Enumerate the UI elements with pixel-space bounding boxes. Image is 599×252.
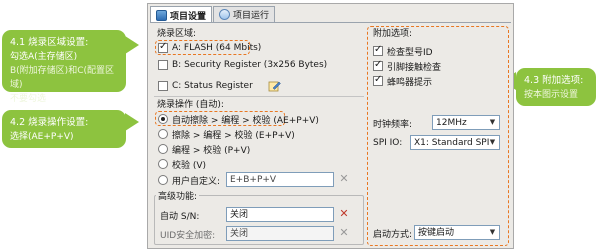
start-mode-label: 启动方式:	[373, 229, 413, 240]
radio-user-custom[interactable]: 用户自定义:	[158, 173, 220, 187]
radio-dot[interactable]	[158, 114, 168, 124]
checkbox-pin-check[interactable]: 引脚接触检查	[373, 59, 441, 73]
auto-sn-label: 自动 S/N:	[160, 211, 200, 222]
radio-label: 自动擦除 > 编程 > 校验 (AE+P+V)	[172, 115, 319, 126]
checkbox-box[interactable]	[158, 41, 168, 53]
callout-line: 勾选A(主存储区)	[10, 52, 78, 62]
callout-title: 4.1 烧录区域设置:	[10, 37, 89, 48]
edit-icon[interactable]	[268, 80, 281, 92]
custom-sequence-input[interactable]: E+B+P+V	[226, 172, 334, 187]
callout-line: B(附加存储区)和C(配置区域)	[10, 66, 114, 90]
radio-label: 编程 > 校验 (P+V)	[172, 145, 251, 156]
uid-input[interactable]: 关闭	[226, 226, 334, 241]
checkbox-box[interactable]	[373, 74, 383, 86]
clear-icon[interactable]: ✕	[338, 173, 350, 185]
radio-verify[interactable]: 校验 (V)	[158, 157, 206, 171]
checkbox-box[interactable]	[373, 59, 383, 71]
advanced-label: 高级功能:	[156, 189, 200, 202]
start-mode-select[interactable]: 按键启动 ▼	[414, 225, 500, 240]
settings-icon	[156, 9, 167, 21]
radio-label: 用户自定义:	[172, 176, 221, 187]
burn-op-label: 烧录操作 (自动):	[155, 97, 226, 110]
chevron-down-icon: ▼	[489, 118, 496, 126]
checkbox-label: 检查型号ID	[387, 47, 433, 58]
checkbox-buzzer[interactable]: 蜂鸣器提示	[373, 74, 432, 88]
checkbox-check-id[interactable]: 检查型号ID	[373, 44, 433, 58]
clear-icon[interactable]: ✕	[338, 227, 350, 239]
uid-label: UID安全加密:	[160, 230, 216, 241]
tab-project-run[interactable]: 项目运行	[213, 6, 276, 22]
tab-label: 项目设置	[170, 11, 207, 22]
burn-area-label: 烧录区域:	[155, 26, 199, 39]
checkbox-label: A: FLASH (64 Mbits)	[172, 43, 262, 53]
checkbox-box[interactable]	[158, 81, 168, 91]
radio-label: 校验 (V)	[172, 160, 207, 171]
callout-line: 不要勾选	[10, 94, 47, 104]
callout-burn-op: 4.2 烧录操作设置: 选择(AE+P+V)	[2, 110, 126, 148]
chevron-down-icon: ▼	[489, 138, 496, 146]
checkbox-box[interactable]	[373, 44, 383, 56]
tab-bar: 项目设置 项目运行	[150, 6, 276, 23]
radio-dot[interactable]	[158, 129, 168, 139]
checkbox-security-register[interactable]: B: Security Register (3x256 Bytes)	[158, 58, 327, 72]
radio-dot[interactable]	[158, 144, 168, 154]
select-value: X1: Standard SPI	[414, 138, 490, 148]
radio-erase[interactable]: 擦除 > 编程 > 校验 (E+P+V)	[158, 127, 295, 141]
extra-options-label: 附加选项:	[373, 29, 413, 39]
callout-arrow	[125, 36, 139, 54]
checkbox-label: B: Security Register (3x256 Bytes)	[172, 60, 328, 70]
checkbox-label: C: Status Register	[172, 81, 253, 91]
callout-title: 4.2 烧录操作设置:	[10, 117, 89, 128]
tab-label: 项目运行	[233, 11, 270, 21]
callout-burn-area: 4.1 烧录区域设置: 勾选A(主存储区) B(附加存储区)和C(配置区域) 不…	[2, 30, 126, 104]
select-value: 按键启动	[418, 228, 455, 238]
callout-arrow	[125, 113, 139, 131]
settings-panel: 烧录区域: A: FLASH (64 Mbits) B: Security Re…	[150, 22, 511, 247]
auto-sn-input[interactable]: 关闭	[226, 207, 334, 222]
clock-select[interactable]: 12MHz ▼	[432, 115, 500, 130]
radio-label: 擦除 > 编程 > 校验 (E+P+V)	[172, 130, 295, 141]
checkbox-label: 引脚接触检查	[387, 62, 442, 73]
callout-line: 按本图示设置	[524, 90, 579, 100]
checkbox-box[interactable]	[158, 60, 168, 70]
checkbox-flash[interactable]: A: FLASH (64 Mbits)	[158, 41, 261, 55]
clear-icon[interactable]: ✕	[338, 208, 350, 220]
tab-project-settings[interactable]: 项目设置	[150, 6, 213, 23]
radio-program[interactable]: 编程 > 校验 (P+V)	[158, 142, 250, 156]
spi-label: SPI IO:	[373, 138, 403, 148]
project-window: 项目设置 项目运行 烧录区域: A: FLASH (64 Mbits) B: S…	[147, 3, 514, 249]
radio-dot[interactable]	[158, 175, 168, 185]
clock-label: 时钟频率:	[373, 119, 413, 130]
select-value: 12MHz	[436, 118, 467, 128]
radio-dot[interactable]	[158, 159, 168, 169]
spi-select[interactable]: X1: Standard SPI ▼	[410, 135, 500, 150]
radio-auto-erase[interactable]: 自动擦除 > 编程 > 校验 (AE+P+V)	[158, 112, 319, 126]
chevron-down-icon: ▼	[489, 228, 496, 236]
callout-line: 选择(AE+P+V)	[10, 132, 74, 142]
callout-extra-options: 4.3 附加选项: 按本图示设置	[516, 68, 596, 106]
checkbox-status-register[interactable]: C: Status Register	[158, 79, 253, 93]
checkbox-label: 蜂鸣器提示	[387, 77, 433, 88]
run-icon	[219, 9, 231, 20]
callout-title: 4.3 附加选项:	[524, 75, 584, 86]
